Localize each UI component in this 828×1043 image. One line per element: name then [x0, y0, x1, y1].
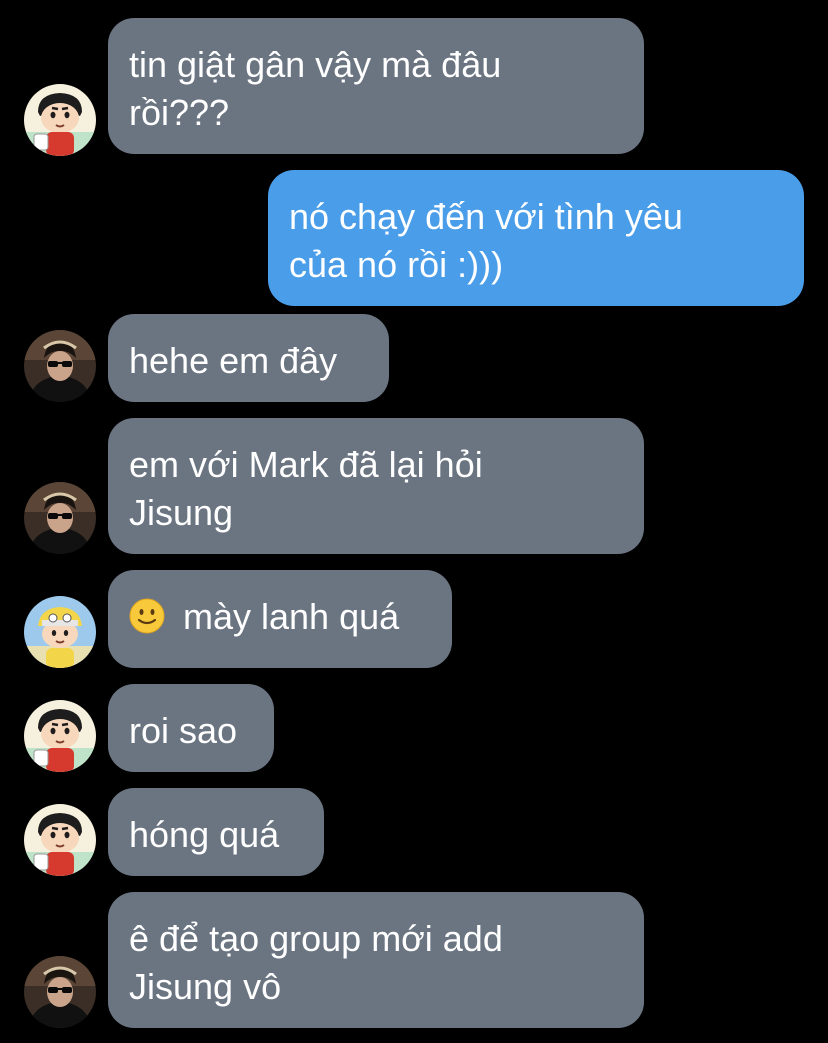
message-text-line: của nó rồi :))): [289, 244, 504, 285]
incoming-message-bubble[interactable]: roi sao: [108, 684, 274, 772]
cartoon-boy-hat-avatar[interactable]: [24, 596, 96, 668]
message-text-line: Jisung: [129, 492, 234, 533]
cartoon-boy-avatar[interactable]: [24, 804, 96, 876]
message-text-line: mày lanh quá: [183, 596, 400, 637]
message-text-line: ê để tạo group mới add: [129, 918, 503, 959]
person-sunglasses-avatar[interactable]: [24, 330, 96, 402]
message-text-line: roi sao: [129, 710, 238, 751]
message-text-line: em với Mark đã lại hỏi: [129, 444, 483, 485]
message-text-line: tin giật gân vậy mà đâu: [129, 44, 502, 85]
message-text-line: hehe em đây: [129, 340, 338, 381]
incoming-message-bubble[interactable]: tin giật gân vậy mà đâu rồi???: [108, 18, 644, 154]
cartoon-boy-avatar[interactable]: [24, 84, 96, 156]
cartoon-boy-avatar[interactable]: [24, 700, 96, 772]
message-text-line: rồi???: [129, 92, 230, 133]
message-text-line: Jisung vô: [129, 966, 282, 1007]
outgoing-message-bubble[interactable]: nó chạy đến với tình yêu của nó rồi :))): [268, 170, 804, 306]
person-sunglasses-avatar[interactable]: [24, 482, 96, 554]
slightly-smiling-face-icon: [129, 598, 165, 634]
incoming-message-bubble[interactable]: mày lanh quá: [108, 570, 452, 668]
incoming-message-bubble[interactable]: em với Mark đã lại hỏi Jisung: [108, 418, 644, 554]
message-text-line: nó chạy đến với tình yêu: [289, 196, 683, 237]
message-text-line: hóng quá: [129, 814, 280, 855]
person-sunglasses-avatar[interactable]: [24, 956, 96, 1028]
incoming-message-bubble[interactable]: ê để tạo group mới add Jisung vô: [108, 892, 644, 1028]
incoming-message-bubble[interactable]: hóng quá: [108, 788, 324, 876]
incoming-message-bubble[interactable]: hehe em đây: [108, 314, 389, 402]
